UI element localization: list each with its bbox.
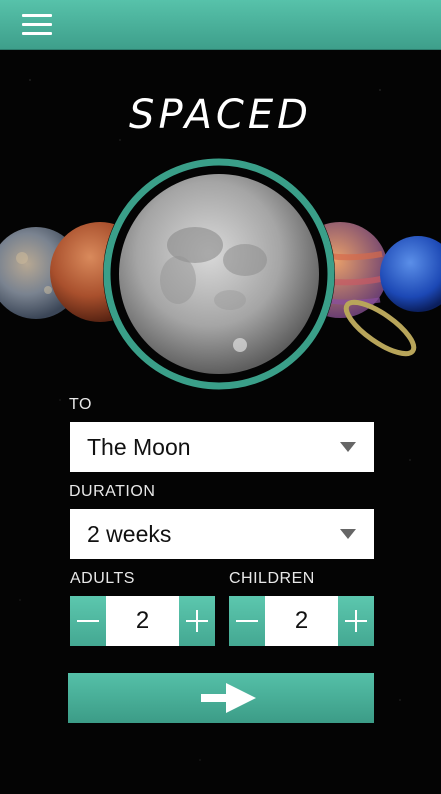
- top-bar: [0, 0, 441, 50]
- adults-increment-button[interactable]: [179, 596, 215, 646]
- adults-decrement-button[interactable]: [70, 596, 106, 646]
- adults-label: ADULTS: [70, 570, 135, 587]
- chevron-down-icon: [340, 529, 356, 539]
- adults-stepper: 2: [70, 596, 215, 646]
- children-increment-button[interactable]: [338, 596, 374, 646]
- destination-label: TO: [69, 396, 92, 413]
- moon-planet-selected[interactable]: [103, 158, 335, 390]
- destination-value: The Moon: [87, 434, 191, 460]
- children-label: CHILDREN: [229, 570, 315, 587]
- duration-select[interactable]: 2 weeks: [70, 509, 374, 559]
- hamburger-menu-icon[interactable]: [22, 14, 52, 36]
- children-decrement-button[interactable]: [229, 596, 265, 646]
- arrow-right-icon: [201, 683, 256, 713]
- children-stepper: 2: [229, 596, 374, 646]
- neptune-planet[interactable]: [380, 236, 441, 312]
- duration-value: 2 weeks: [87, 521, 172, 547]
- planet-carousel[interactable]: [0, 150, 441, 390]
- destination-select[interactable]: The Moon: [70, 422, 374, 472]
- duration-label: DURATION: [69, 483, 156, 500]
- chevron-down-icon: [340, 442, 356, 452]
- submit-button[interactable]: [68, 673, 374, 723]
- adults-value[interactable]: 2: [106, 596, 179, 646]
- children-value[interactable]: 2: [265, 596, 338, 646]
- app-logo: SPACED: [129, 92, 312, 138]
